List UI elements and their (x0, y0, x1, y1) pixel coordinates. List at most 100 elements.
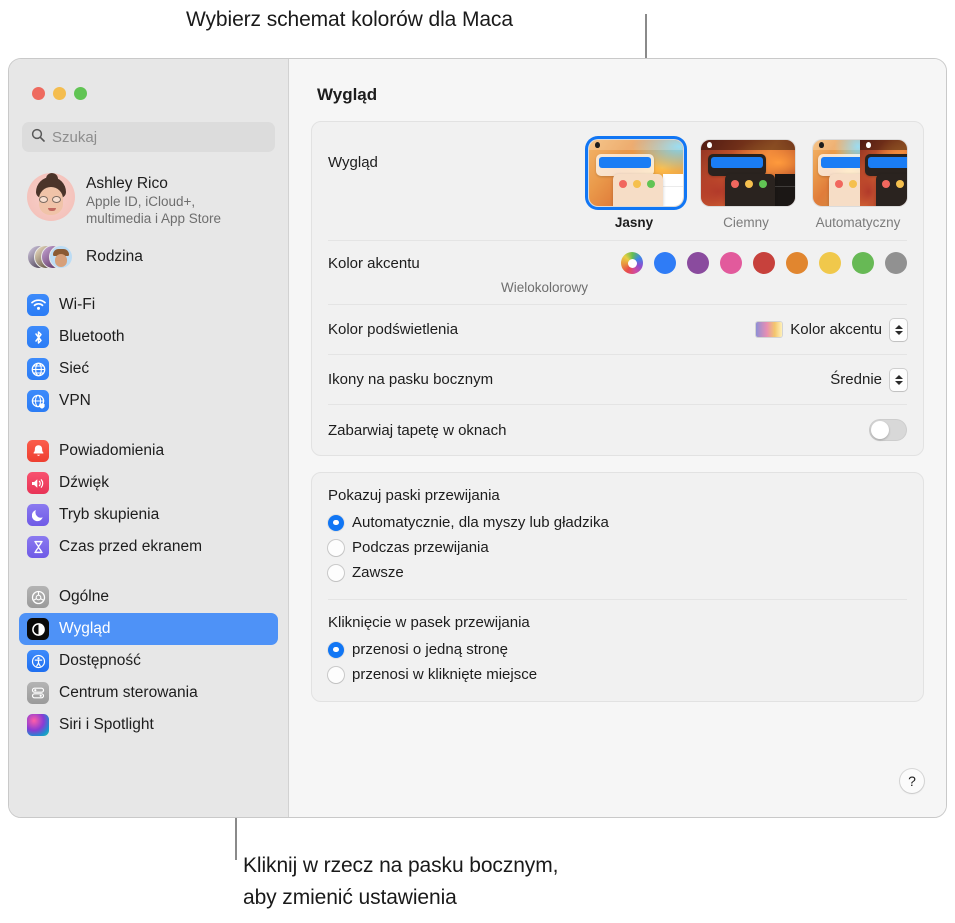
avatar (27, 173, 75, 221)
radio-scrollbars-when-scrolling[interactable]: Podczas przewijania (328, 535, 907, 560)
sidebar-item-control-center[interactable]: Centrum sterowania (19, 677, 278, 709)
show-scrollbars-title: Pokazuj paski przewijania (328, 487, 500, 504)
appearance-thumbnail-light (589, 140, 683, 206)
system-settings-window: Ashley Rico Apple ID, iCloud+, multimedi… (8, 58, 947, 818)
network-globe-icon (27, 358, 49, 380)
accent-color-caption: Wielokolorowy (500, 280, 589, 295)
account-name: Ashley Rico (86, 175, 168, 192)
sidebar-item-wifi[interactable]: Wi-Fi (19, 289, 278, 321)
accent-color-swatches (621, 252, 907, 274)
zoom-button[interactable] (74, 87, 87, 100)
search-icon (31, 128, 45, 147)
radio-button-icon[interactable] (328, 564, 344, 581)
sidebar-item-focus[interactable]: Tryb skupienia (19, 499, 278, 531)
sidebar-icons-popup[interactable]: Średnie (830, 368, 907, 391)
radio-click-jump-to-spot[interactable]: przenosi w kliknięte miejsce (328, 662, 907, 687)
sidebar-item-label: Sieć (59, 360, 90, 377)
vpn-globe-icon (27, 390, 49, 412)
appearance-option-label: Ciemny (723, 215, 769, 230)
radio-label: przenosi w kliknięte miejsce (352, 666, 538, 683)
radio-click-jump-page[interactable]: przenosi o jedną stronę (328, 637, 907, 662)
appearance-option-label: Automatyczny (815, 215, 901, 230)
accent-color-row: Kolor akcentu Wielokolorowy (328, 241, 907, 305)
sidebar-item-siri-spotlight[interactable]: Siri i Spotlight (19, 709, 278, 741)
radio-button-icon[interactable] (328, 514, 344, 531)
sidebar-item-label: Tryb skupienia (59, 506, 160, 523)
accessibility-icon (27, 650, 49, 672)
chevron-updown-icon[interactable] (890, 318, 907, 341)
highlight-color-popup[interactable]: Kolor akcentu (756, 318, 907, 341)
sidebar: Ashley Rico Apple ID, iCloud+, multimedi… (9, 59, 289, 817)
sidebar-item-network[interactable]: Sieć (19, 353, 278, 385)
highlight-color-value: Kolor akcentu (790, 321, 882, 338)
appearance-options: Jasny Ciemny Automatyczny (585, 136, 907, 230)
page-title: Wygląd (317, 85, 378, 104)
accent-swatch-orange[interactable] (786, 252, 808, 274)
minimize-button[interactable] (53, 87, 66, 100)
appearance-option-auto[interactable]: Automatyczny (809, 136, 907, 230)
siri-icon (27, 714, 49, 736)
radio-scrollbars-always[interactable]: Zawsze (328, 560, 907, 585)
accent-swatch-yellow[interactable] (819, 252, 841, 274)
sidebar-item-appearance[interactable]: Wygląd (19, 613, 278, 645)
sidebar-item-general[interactable]: Ogólne (19, 581, 278, 613)
bluetooth-icon (27, 326, 49, 348)
help-button[interactable]: ? (900, 769, 924, 793)
wallpaper-tint-row: Zabarwiaj tapetę w oknach (328, 405, 907, 455)
main-pane: Wygląd Wygląd Jasny Ciemny Automatyczny … (289, 59, 946, 817)
appearance-thumbnail-auto (813, 140, 907, 206)
family-label: Rodzina (86, 248, 143, 265)
accent-swatch-blue[interactable] (654, 252, 676, 274)
sidebar-item-label: VPN (59, 392, 91, 409)
appearance-contrast-icon (27, 618, 49, 640)
appearance-row: Wygląd Jasny Ciemny Automatyczny (328, 122, 907, 241)
search-field[interactable] (22, 122, 275, 152)
sidebar-item-notifications[interactable]: Powiadomienia (19, 435, 278, 467)
scrollbar-click-group: Kliknięcie w pasek przewijania przenosi … (328, 600, 907, 701)
sidebar-icons-label: Ikony na pasku bocznym (328, 371, 494, 388)
sidebar-item-bluetooth[interactable]: Bluetooth (19, 321, 278, 353)
sidebar-item-sound[interactable]: Dźwięk (19, 467, 278, 499)
accent-gradient-swatch (756, 322, 783, 337)
sidebar-item-vpn[interactable]: VPN (19, 385, 278, 417)
sidebar-item-label: Wygląd (59, 620, 111, 637)
appearance-option-light[interactable]: Jasny (585, 136, 683, 230)
accent-swatch-graphite[interactable] (885, 252, 907, 274)
general-gear-icon (27, 586, 49, 608)
sidebar-item-accessibility[interactable]: Dostępność (19, 645, 278, 677)
accent-swatch-red[interactable] (753, 252, 775, 274)
account-subtitle: Apple ID, iCloud+, multimedia i App Stor… (86, 194, 222, 226)
search-input[interactable] (52, 128, 266, 146)
radio-button-icon[interactable] (328, 539, 344, 556)
accent-swatch-purple[interactable] (687, 252, 709, 274)
sidebar-item-label: Bluetooth (59, 328, 125, 345)
accent-swatch-multicolor[interactable] (621, 252, 643, 274)
chevron-updown-icon[interactable] (890, 368, 907, 391)
accent-swatch-pink[interactable] (720, 252, 742, 274)
highlight-color-row: Kolor podświetlenia Kolor akcentu (328, 305, 907, 355)
close-button[interactable] (32, 87, 45, 100)
wifi-icon (27, 294, 49, 316)
screen-time-hourglass-icon (27, 536, 49, 558)
radio-label: przenosi o jedną stronę (352, 641, 508, 658)
accent-swatch-green[interactable] (852, 252, 874, 274)
wallpaper-tint-toggle[interactable] (869, 419, 907, 441)
radio-label: Zawsze (352, 564, 404, 581)
appearance-option-dark[interactable]: Ciemny (697, 136, 795, 230)
control-center-icon (27, 682, 49, 704)
radio-label: Podczas przewijania (352, 539, 489, 556)
appearance-label: Wygląd (328, 154, 378, 171)
family-row[interactable]: Rodzina (21, 239, 278, 275)
notifications-bell-icon (27, 440, 49, 462)
radio-scrollbars-automatic[interactable]: Automatycznie, dla myszy lub gładzika (328, 510, 907, 535)
account-row[interactable]: Ashley Rico Apple ID, iCloud+, multimedi… (21, 169, 278, 231)
window-traffic-lights (9, 59, 288, 100)
radio-button-icon[interactable] (328, 666, 344, 683)
callout-bottom-text-line1: Kliknij w rzecz na pasku bocznym, (243, 854, 559, 877)
sidebar-item-screen-time[interactable]: Czas przed ekranem (19, 531, 278, 563)
sidebar-item-label: Dostępność (59, 652, 141, 669)
accent-color-label: Kolor akcentu (328, 254, 420, 272)
sidebar-group-system: Ogólne Wygląd Dostępność Centrum sterowa… (9, 581, 288, 741)
callout-top-text: Wybierz schemat kolorów dla Maca (186, 8, 513, 31)
radio-button-icon[interactable] (328, 641, 344, 658)
